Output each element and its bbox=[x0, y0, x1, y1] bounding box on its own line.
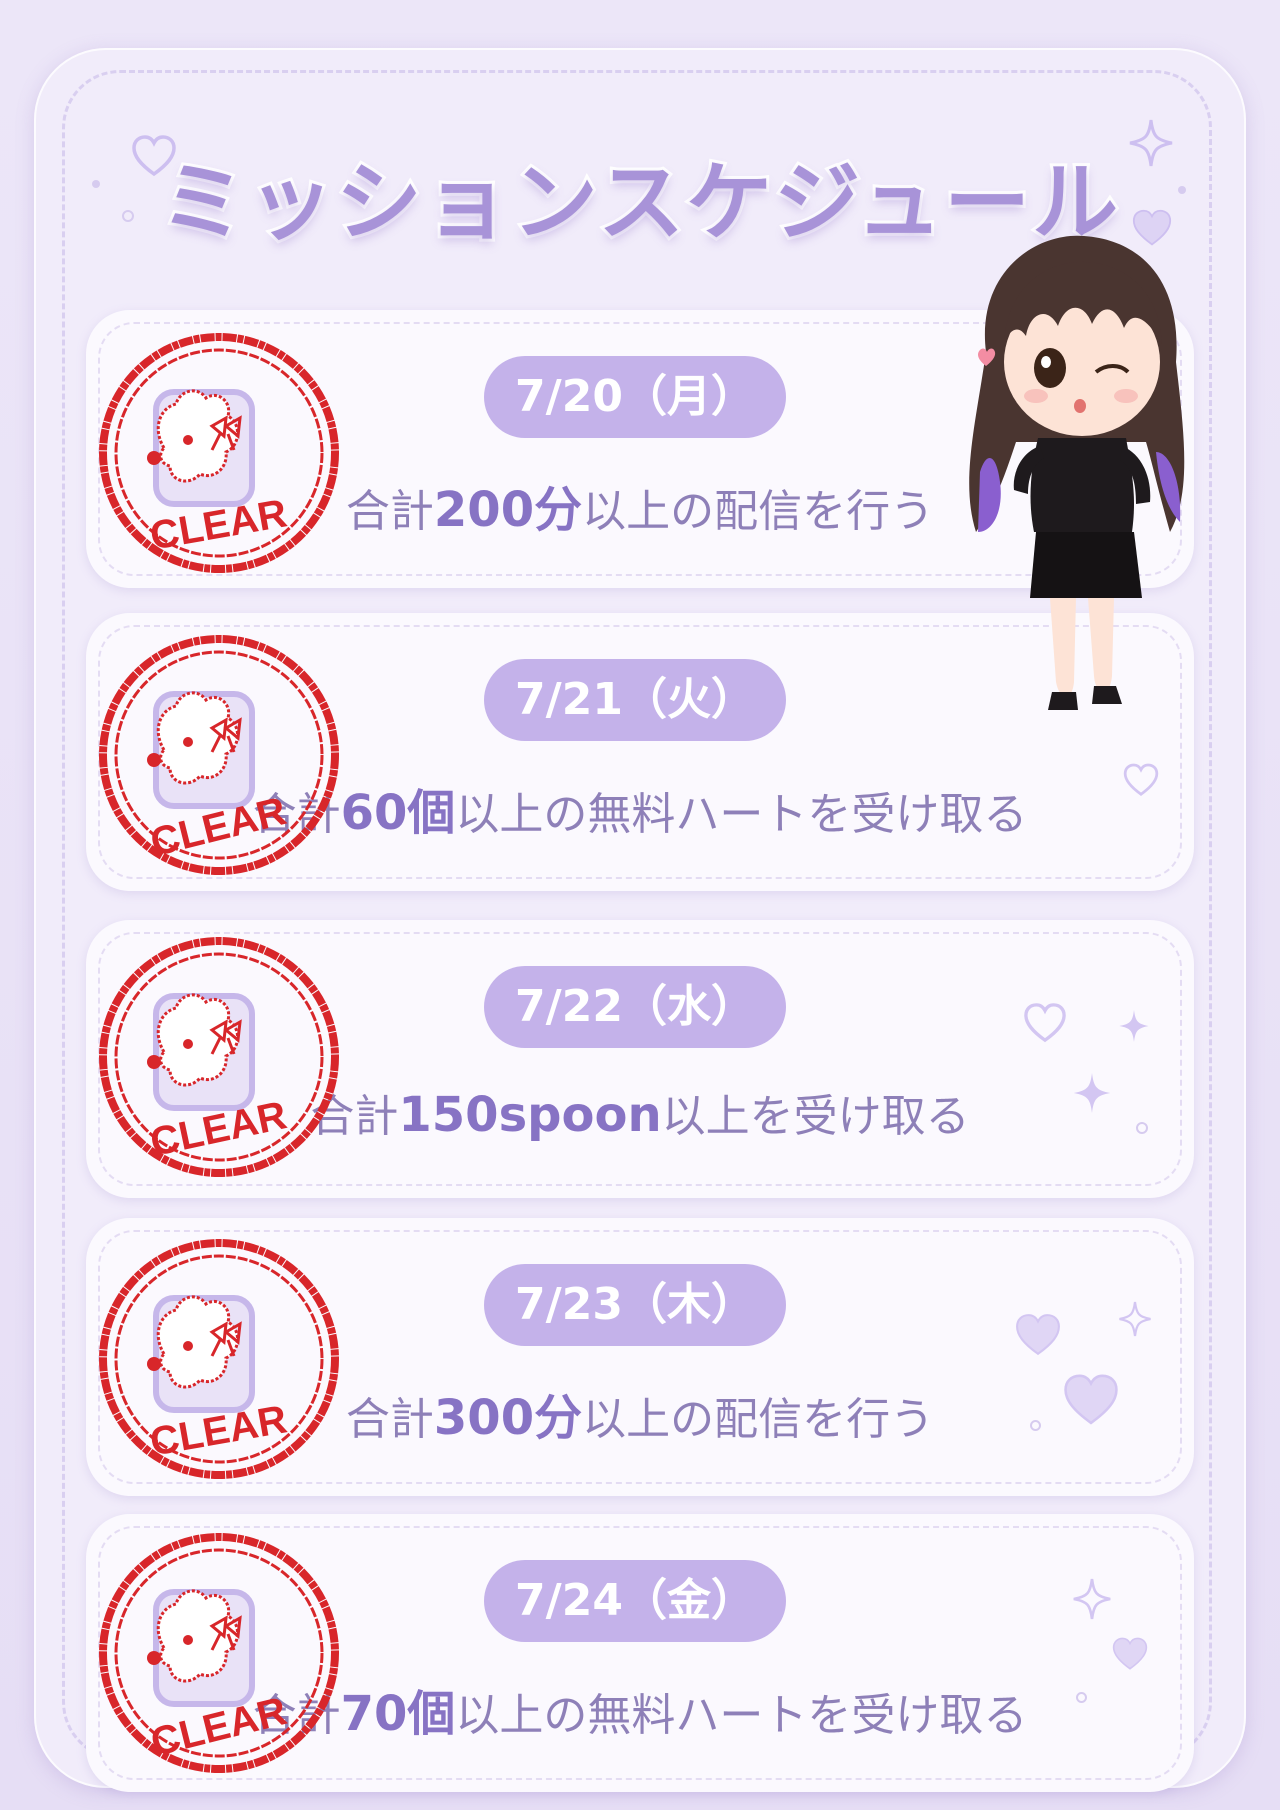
clear-stamp: CLEAR bbox=[99, 333, 339, 573]
date-pill: 7/22（水） bbox=[484, 966, 786, 1048]
dot-decoration bbox=[1076, 1692, 1087, 1703]
mission-suffix: 以上の無料ハートを受け取る bbox=[455, 789, 1028, 840]
mission-target: 150spoon bbox=[398, 1087, 662, 1143]
dot-decoration bbox=[1136, 1122, 1148, 1134]
mission-suffix: 以上を受け取る bbox=[661, 1091, 970, 1142]
heart-icon bbox=[1112, 1637, 1148, 1670]
mission-suffix: 以上の無料ハートを受け取る bbox=[455, 1690, 1028, 1741]
sparkle-icon bbox=[1073, 1578, 1111, 1620]
mission-target: 300分 bbox=[433, 1390, 583, 1446]
mission-prefix: 合計 bbox=[345, 486, 434, 537]
dot-decoration bbox=[1030, 1420, 1041, 1431]
chibi-girl-illustration bbox=[969, 235, 1185, 710]
clear-stamp: CLEAR bbox=[99, 937, 339, 1177]
sparkle-icon bbox=[1119, 1301, 1151, 1337]
heart-icon bbox=[1123, 763, 1159, 796]
mission-suffix: 以上の配信を行う bbox=[582, 1394, 935, 1445]
mission-prefix: 合計 bbox=[345, 1394, 434, 1445]
poodle-with-bow-icon bbox=[147, 691, 255, 809]
clear-stamp: CLEAR bbox=[99, 635, 339, 875]
heart-icon bbox=[1024, 1003, 1066, 1043]
mission-target: 200分 bbox=[433, 482, 583, 538]
poodle-with-bow-icon bbox=[147, 1295, 255, 1413]
date-pill: 7/20（月） bbox=[484, 356, 786, 438]
poodle-with-bow-icon bbox=[147, 389, 255, 507]
sparkle-icon bbox=[1119, 1010, 1149, 1042]
mission-schedule-page: ミッションスケジュール 7/20（月） 合計200分以上の配信を行う 7/21（… bbox=[0, 0, 1280, 1810]
date-pill: 7/21（火） bbox=[484, 659, 786, 741]
poodle-with-bow-icon bbox=[147, 1589, 255, 1707]
mission-suffix: 以上の配信を行う bbox=[582, 486, 935, 537]
clear-stamp: CLEAR bbox=[99, 1533, 339, 1773]
heart-icon bbox=[1016, 1314, 1060, 1356]
heart-icon bbox=[1064, 1374, 1118, 1425]
poodle-with-bow-icon bbox=[147, 993, 255, 1111]
mission-target: 60個 bbox=[340, 785, 456, 841]
date-pill: 7/24（金） bbox=[484, 1560, 786, 1642]
sparkle-icon bbox=[1073, 1073, 1111, 1113]
date-pill: 7/23（木） bbox=[484, 1264, 786, 1346]
mission-target: 70個 bbox=[340, 1686, 456, 1742]
clear-stamp: CLEAR bbox=[99, 1239, 339, 1479]
